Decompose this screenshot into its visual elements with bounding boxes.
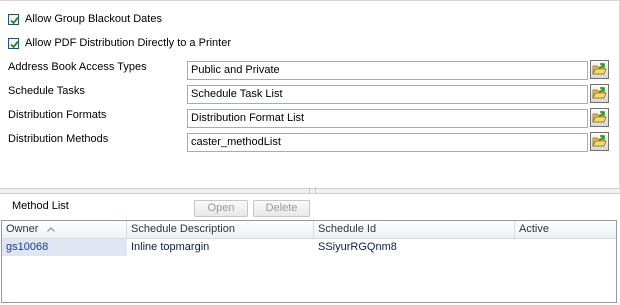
address-book-field[interactable]: Public and Private bbox=[187, 61, 588, 80]
owner-cell[interactable]: gs10068 bbox=[2, 239, 127, 256]
table-row[interactable]: gs10068 Inline topmargin SSiyurRGQnm8 bbox=[2, 239, 616, 256]
column-schedule-id[interactable]: Schedule Id bbox=[314, 221, 515, 238]
method-grid: Owner Schedule Description Schedule Id A… bbox=[1, 220, 617, 303]
folder-open-icon bbox=[592, 111, 607, 123]
address-book-browse-button[interactable] bbox=[590, 60, 609, 79]
schedule-tasks-label: Schedule Tasks bbox=[8, 85, 85, 97]
distribution-methods-label: Distribution Methods bbox=[8, 133, 109, 145]
check-mark-icon bbox=[10, 40, 19, 48]
schedule-tasks-browse-button[interactable] bbox=[590, 84, 609, 103]
folder-open-icon bbox=[592, 87, 607, 99]
method-list-panel: Method List Open Delete Owner Schedule D… bbox=[0, 194, 620, 305]
schedule-id-cell[interactable]: SSiyurRGQnm8 bbox=[314, 239, 515, 256]
column-active[interactable]: Active bbox=[515, 221, 616, 238]
schedule-tasks-field[interactable]: Schedule Task List bbox=[187, 85, 588, 104]
delete-button[interactable]: Delete bbox=[253, 200, 310, 217]
method-list-title: Method List bbox=[12, 200, 69, 212]
column-schedule-description[interactable]: Schedule Description bbox=[127, 221, 314, 238]
blackout-label: Allow Group Blackout Dates bbox=[25, 13, 162, 25]
pdf-printer-label: Allow PDF Distribution Directly to a Pri… bbox=[25, 37, 232, 49]
sort-ascending-icon bbox=[47, 226, 56, 232]
folder-open-icon bbox=[592, 63, 607, 75]
distribution-methods-browse-button[interactable] bbox=[590, 132, 609, 151]
check-mark-icon bbox=[10, 16, 19, 24]
blackout-option[interactable]: Allow Group Blackout Dates bbox=[8, 12, 162, 26]
distribution-formats-browse-button[interactable] bbox=[590, 108, 609, 127]
distribution-formats-field[interactable]: Distribution Format List bbox=[187, 109, 588, 128]
distribution-methods-field[interactable]: caster_methodList bbox=[187, 133, 588, 152]
address-book-label: Address Book Access Types bbox=[8, 61, 147, 73]
grid-header: Owner Schedule Description Schedule Id A… bbox=[2, 221, 616, 239]
active-cell[interactable] bbox=[515, 239, 616, 256]
blackout-checkbox[interactable] bbox=[8, 13, 19, 25]
pdf-printer-option[interactable]: Allow PDF Distribution Directly to a Pri… bbox=[8, 36, 231, 50]
distribution-formats-label: Distribution Formats bbox=[8, 109, 107, 121]
folder-open-icon bbox=[592, 135, 607, 147]
description-cell[interactable]: Inline topmargin bbox=[127, 239, 314, 256]
settings-pane: Allow Group Blackout Dates Allow PDF Dis… bbox=[0, 0, 620, 188]
open-button[interactable]: Open bbox=[194, 200, 248, 217]
pdf-printer-checkbox[interactable] bbox=[8, 37, 19, 49]
column-owner[interactable]: Owner bbox=[2, 221, 127, 238]
